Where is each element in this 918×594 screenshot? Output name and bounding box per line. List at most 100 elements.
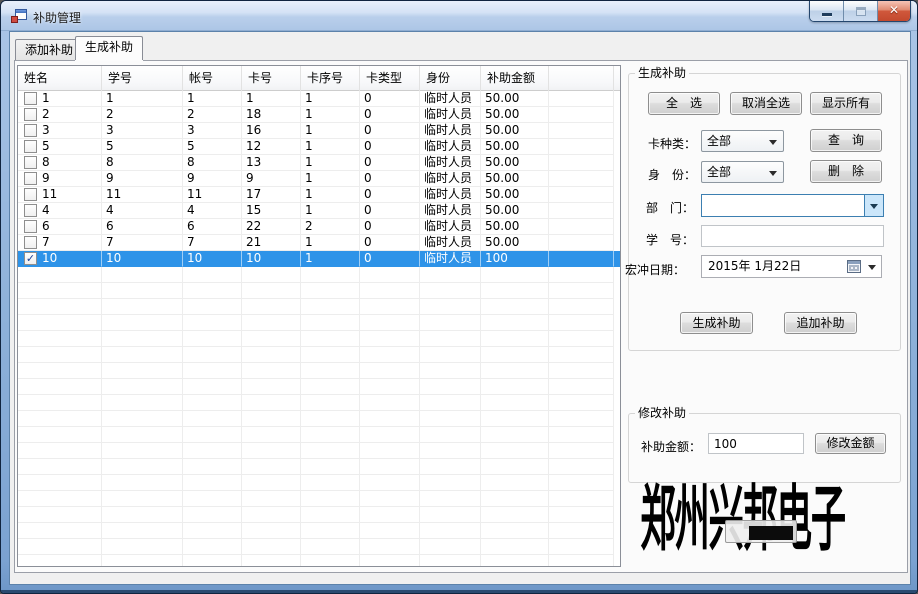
row-checkbox[interactable] bbox=[24, 204, 37, 217]
cell bbox=[301, 395, 360, 411]
row-checkbox[interactable]: ✓ bbox=[24, 252, 37, 265]
cell bbox=[360, 491, 420, 507]
cell: 1 bbox=[301, 139, 360, 155]
column-header[interactable]: 卡类型 bbox=[360, 66, 420, 91]
cell: 3 bbox=[18, 123, 102, 139]
column-header[interactable]: 补助金额 bbox=[481, 66, 549, 91]
table-row[interactable]: 111110临时人员50.00 bbox=[18, 91, 620, 107]
cell bbox=[102, 427, 183, 443]
modify-amount-button[interactable]: 修改金额 bbox=[815, 433, 886, 454]
cell bbox=[549, 331, 614, 347]
column-header[interactable]: 学号 bbox=[102, 66, 183, 91]
cell bbox=[183, 539, 242, 555]
identity-select[interactable]: 全部 bbox=[701, 161, 784, 183]
cell bbox=[360, 555, 420, 567]
query-button[interactable]: 查 询 bbox=[810, 129, 882, 152]
row-checkbox[interactable] bbox=[24, 156, 37, 169]
cell: 7 bbox=[18, 235, 102, 251]
cell bbox=[18, 491, 102, 507]
table-row[interactable]: 1111111710临时人员50.00 bbox=[18, 187, 620, 203]
column-header[interactable]: 卡号 bbox=[242, 66, 301, 91]
student-id-input[interactable] bbox=[701, 225, 884, 247]
close-button[interactable]: ✕ bbox=[878, 1, 910, 21]
tab-add-subsidy[interactable]: 添加补助 bbox=[15, 39, 83, 60]
cell: 临时人员 bbox=[420, 251, 481, 267]
cell bbox=[102, 347, 183, 363]
column-header[interactable] bbox=[549, 66, 614, 91]
chevron-down-icon bbox=[870, 204, 878, 213]
column-header[interactable]: 姓名 bbox=[18, 66, 102, 91]
cell bbox=[183, 283, 242, 299]
card-type-select[interactable]: 全部 bbox=[701, 130, 784, 152]
combo-drop-button[interactable] bbox=[864, 195, 883, 216]
cell bbox=[481, 459, 549, 475]
overlay-dark-rect bbox=[749, 526, 793, 540]
cell: 50.00 bbox=[481, 107, 549, 123]
cell bbox=[301, 523, 360, 539]
row-checkbox[interactable] bbox=[24, 236, 37, 249]
column-header[interactable]: 帐号 bbox=[183, 66, 242, 91]
cell bbox=[549, 299, 614, 315]
maximize-button[interactable] bbox=[844, 1, 878, 21]
amount-input[interactable] bbox=[708, 433, 804, 454]
department-select[interactable] bbox=[701, 194, 884, 217]
cell bbox=[183, 507, 242, 523]
row-checkbox[interactable] bbox=[24, 124, 37, 137]
column-header[interactable]: 身份 bbox=[420, 66, 481, 91]
cell: 50.00 bbox=[481, 139, 549, 155]
table-row[interactable]: 8881310临时人员50.00 bbox=[18, 155, 620, 171]
select-all-button[interactable]: 全 选 bbox=[648, 92, 720, 115]
cell bbox=[183, 267, 242, 283]
delete-button[interactable]: 删 除 bbox=[810, 160, 882, 183]
cell bbox=[420, 539, 481, 555]
empty-row bbox=[18, 539, 620, 555]
row-checkbox[interactable] bbox=[24, 108, 37, 121]
cell bbox=[549, 315, 614, 331]
generate-subsidy-button[interactable]: 生成补助 bbox=[680, 312, 753, 334]
cell bbox=[481, 395, 549, 411]
tab-generate-subsidy[interactable]: 生成补助 bbox=[75, 36, 143, 60]
cell bbox=[18, 363, 102, 379]
table-row[interactable]: 3331610临时人员50.00 bbox=[18, 123, 620, 139]
cell bbox=[183, 331, 242, 347]
append-subsidy-button[interactable]: 追加补助 bbox=[784, 312, 857, 334]
cell: 12 bbox=[242, 139, 301, 155]
cell bbox=[481, 267, 549, 283]
caption-buttons: ✕ bbox=[809, 1, 911, 22]
row-checkbox[interactable] bbox=[24, 220, 37, 233]
cell bbox=[102, 523, 183, 539]
row-checkbox[interactable] bbox=[24, 172, 37, 185]
cell bbox=[242, 427, 301, 443]
cell bbox=[301, 475, 360, 491]
recharge-date-picker[interactable]: 2015年 1月22日 bbox=[701, 255, 882, 278]
cell bbox=[360, 347, 420, 363]
generate-group-title: 生成补助 bbox=[635, 66, 689, 80]
table-row[interactable]: 6662220临时人员50.00 bbox=[18, 219, 620, 235]
cell bbox=[420, 475, 481, 491]
minimize-button[interactable] bbox=[810, 1, 844, 21]
cell: 1 bbox=[301, 155, 360, 171]
grid-header: 姓名学号帐号卡号卡序号卡类型身份补助金额 bbox=[18, 66, 620, 91]
title-bar[interactable]: 补助管理 ✕ bbox=[1, 1, 917, 31]
table-row[interactable]: 5551210临时人员50.00 bbox=[18, 139, 620, 155]
table-row[interactable]: 7772110临时人员50.00 bbox=[18, 235, 620, 251]
cell bbox=[360, 331, 420, 347]
row-checkbox[interactable] bbox=[24, 140, 37, 153]
cell bbox=[360, 523, 420, 539]
row-checkbox[interactable] bbox=[24, 92, 37, 105]
cell: 8 bbox=[102, 155, 183, 171]
show-all-button[interactable]: 显示所有 bbox=[810, 92, 882, 115]
cell bbox=[549, 395, 614, 411]
table-row[interactable]: 4441510临时人员50.00 bbox=[18, 203, 620, 219]
table-row[interactable]: 2221810临时人员50.00 bbox=[18, 107, 620, 123]
cell bbox=[549, 411, 614, 427]
cell bbox=[183, 315, 242, 331]
table-row[interactable]: ✓1010101010临时人员100 bbox=[18, 251, 620, 267]
cell: 22 bbox=[242, 219, 301, 235]
cell bbox=[360, 363, 420, 379]
column-header[interactable]: 卡序号 bbox=[301, 66, 360, 91]
table-row[interactable]: 999910临时人员50.00 bbox=[18, 171, 620, 187]
cell bbox=[420, 395, 481, 411]
row-checkbox[interactable] bbox=[24, 188, 37, 201]
deselect-all-button[interactable]: 取消全选 bbox=[730, 92, 802, 115]
